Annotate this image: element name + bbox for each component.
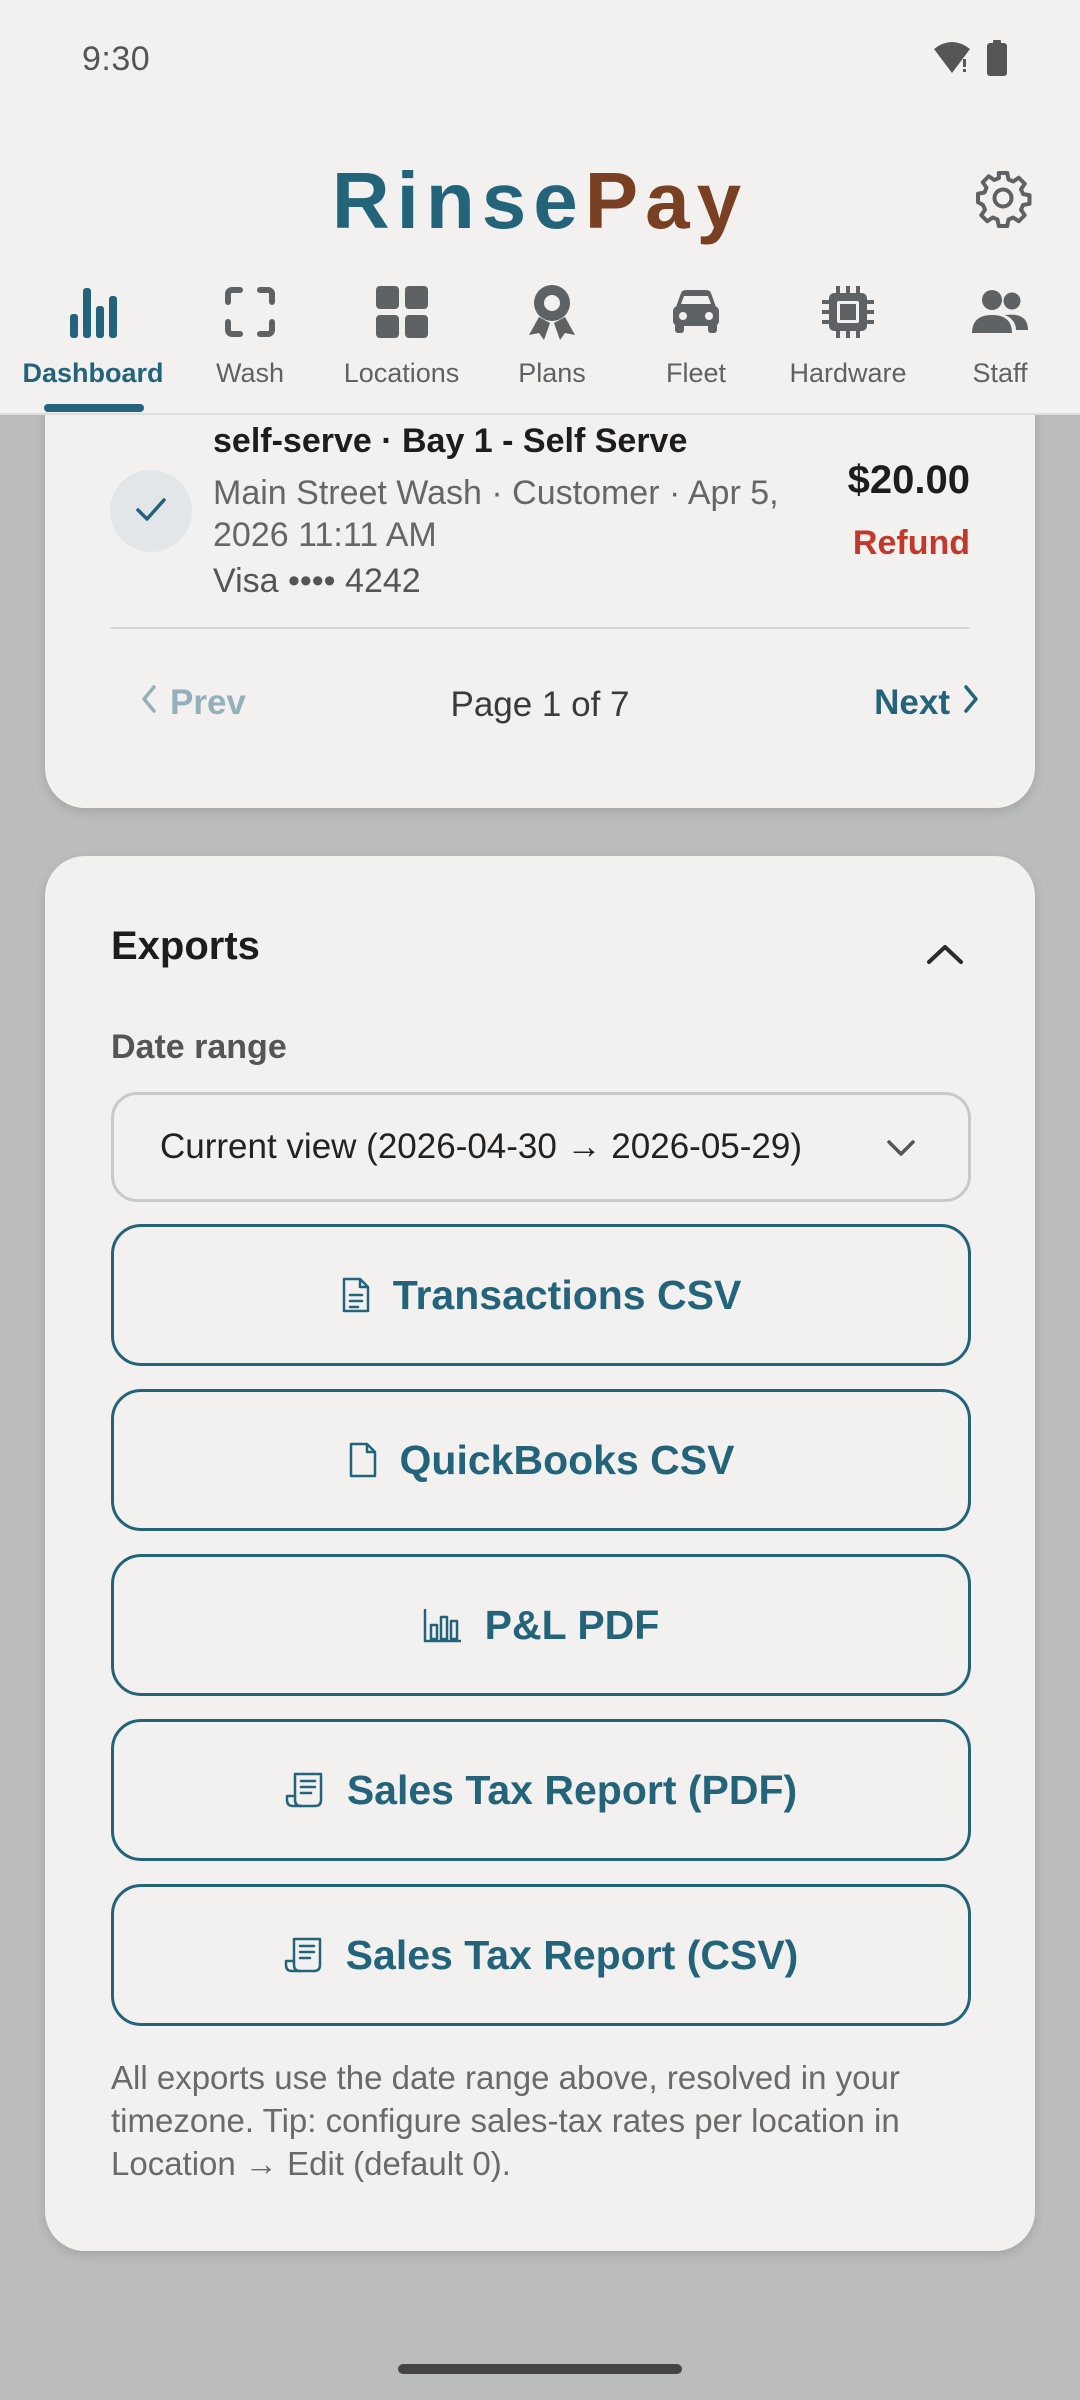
- battery-icon: [986, 40, 1008, 81]
- bar-chart-icon: [68, 278, 118, 346]
- document-icon: [348, 1441, 378, 1479]
- tab-label: Hardware: [789, 358, 907, 388]
- tab-wash[interactable]: Wash: [190, 270, 310, 415]
- chip-icon: [821, 278, 875, 346]
- tab-plans[interactable]: Plans: [492, 270, 612, 415]
- tab-label: Staff: [972, 358, 1028, 388]
- quickbooks-csv-button[interactable]: QuickBooks CSV: [111, 1389, 971, 1531]
- exports-help-text: All exports use the date range above, re…: [111, 2059, 900, 2182]
- home-indicator[interactable]: [398, 2364, 682, 2374]
- exports-card: Exports Date range Current view (2026-04…: [45, 856, 1035, 2251]
- tab-label: Fleet: [665, 358, 727, 388]
- app-logo: RinsePay: [0, 155, 1080, 247]
- exports-title: Exports: [111, 924, 260, 968]
- scan-frame-icon: [224, 278, 276, 346]
- tab-hardware[interactable]: Hardware: [778, 270, 918, 415]
- award-icon: [525, 278, 579, 346]
- active-tab-indicator: [44, 404, 144, 412]
- receipt-icon: [285, 1772, 325, 1808]
- next-page-button[interactable]: Next: [874, 668, 980, 738]
- date-range-select[interactable]: Current view (2026-04-30 → 2026-05-29): [111, 1092, 971, 1202]
- bar-chart-outline-icon: [423, 1607, 463, 1643]
- status-icons: [932, 40, 1008, 81]
- document-lines-icon: [341, 1276, 371, 1314]
- car-icon: [671, 278, 721, 346]
- date-range-label: Date range: [111, 1028, 287, 1066]
- settings-button[interactable]: [968, 165, 1038, 235]
- check-icon: [134, 495, 168, 528]
- refund-button[interactable]: Refund: [853, 524, 970, 563]
- date-range-value: Current view (2026-04-30 → 2026-05-29): [160, 1127, 802, 1166]
- sales-tax-pdf-button[interactable]: Sales Tax Report (PDF): [111, 1719, 971, 1861]
- button-label: Sales Tax Report (CSV): [345, 1931, 799, 1978]
- transactions-csv-button[interactable]: Transactions CSV: [111, 1224, 971, 1366]
- button-label: P&L PDF: [484, 1601, 660, 1648]
- tab-label: Locations: [343, 358, 460, 388]
- people-icon: [971, 278, 1029, 346]
- gear-icon: [973, 168, 1033, 233]
- tab-locations[interactable]: Locations: [330, 270, 473, 415]
- divider: [110, 627, 970, 629]
- tab-label: Plans: [518, 358, 586, 388]
- chevron-up-icon: [925, 942, 965, 971]
- tab-fleet[interactable]: Fleet: [636, 270, 756, 415]
- transaction-meta: Main Street Wash · Customer · Apr 5, 202…: [213, 474, 779, 554]
- chevron-right-icon: [962, 683, 980, 723]
- pl-pdf-button[interactable]: P&L PDF: [111, 1554, 971, 1696]
- grid-icon: [375, 278, 429, 346]
- tab-label: Wash: [215, 358, 284, 388]
- tab-dashboard[interactable]: Dashboard: [22, 270, 164, 415]
- tab-staff[interactable]: Staff: [940, 270, 1060, 415]
- tab-bar: Dashboard Wash Locations Plans Fleet Har…: [0, 270, 1080, 415]
- button-label: QuickBooks CSV: [399, 1436, 735, 1483]
- chevron-down-icon: [884, 1131, 918, 1174]
- brand-part-2: Pay: [584, 156, 749, 245]
- next-label: Next: [874, 683, 950, 722]
- transactions-card: self-serve · Bay 1 - Self Serve Main Str…: [45, 360, 1035, 808]
- transaction-card-info: Visa •••• 4242: [213, 562, 421, 600]
- collapse-exports-button[interactable]: [915, 926, 975, 986]
- receipt-icon: [284, 1937, 324, 1973]
- app-header: 9:30 RinsePay Dashboard Wash Locations P…: [0, 0, 1080, 415]
- status-bar: 9:30: [0, 0, 1080, 125]
- button-label: Transactions CSV: [392, 1271, 742, 1318]
- sales-tax-csv-button[interactable]: Sales Tax Report (CSV): [111, 1884, 971, 2026]
- tab-label: Dashboard: [22, 358, 164, 388]
- status-check-badge: [110, 470, 192, 552]
- transaction-amount: $20.00: [847, 458, 970, 502]
- brand-part-1: Rinse: [331, 156, 585, 245]
- transaction-title: self-serve · Bay 1 - Self Serve: [213, 422, 688, 460]
- status-time: 9:30: [82, 40, 151, 78]
- wifi-icon: [932, 41, 972, 80]
- button-label: Sales Tax Report (PDF): [346, 1766, 798, 1813]
